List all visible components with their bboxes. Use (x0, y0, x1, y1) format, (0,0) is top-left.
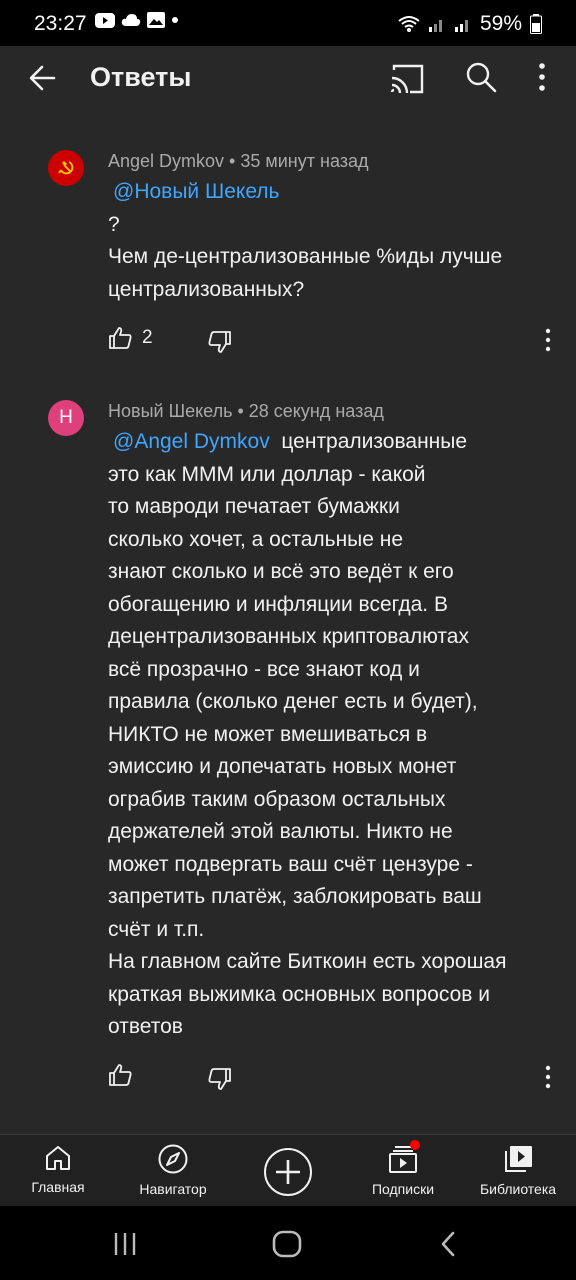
avatar[interactable]: Н (48, 400, 84, 436)
cloud-icon (121, 14, 141, 26)
thumb-down-icon[interactable] (206, 1066, 232, 1092)
comment-time: 28 секунд назад (248, 401, 384, 421)
gallery-icon (147, 12, 165, 28)
comment-meta: Новый Шекель • 28 секунд назад (108, 401, 384, 422)
meta-separator: • (224, 151, 241, 171)
nav-item-subscriptions[interactable]: Подписки (348, 1140, 458, 1197)
comment-actions: 2 (108, 325, 568, 357)
search-icon[interactable] (462, 58, 502, 98)
wifi-icon (398, 16, 420, 32)
signal-icon (428, 20, 442, 32)
like-count: 2 (142, 327, 153, 348)
home-pill-icon[interactable] (272, 1230, 302, 1258)
comment-meta: Angel Dymkov • 35 минут назад (108, 151, 369, 172)
home-icon (46, 1146, 70, 1170)
youtube-icon (95, 12, 115, 28)
avatar[interactable] (48, 150, 84, 186)
meta-separator: • (232, 401, 249, 421)
cast-icon[interactable] (388, 60, 426, 98)
back-arrow-icon[interactable] (24, 58, 64, 98)
add-icon (264, 1148, 312, 1196)
nav-item-home[interactable]: Главная (3, 1143, 113, 1195)
comment-text-lead: централизованные (269, 430, 468, 453)
nav-item-library[interactable]: Библиотека (463, 1143, 573, 1197)
recents-icon[interactable] (112, 1232, 138, 1256)
comment-actions (108, 1062, 568, 1094)
comment-text: ? Чем де-централизованные %иды лучше цен… (108, 212, 503, 301)
page-title: Ответы (90, 62, 192, 92)
mention-link[interactable]: @Angel Dymkov (113, 430, 270, 453)
nav-label-library: Библиотека (479, 1181, 557, 1197)
notification-dot (410, 1140, 420, 1150)
nav-item-create[interactable] (233, 1147, 343, 1203)
hammer-sickle-icon (58, 161, 74, 175)
battery-icon (530, 14, 542, 34)
back-chevron-icon[interactable] (438, 1230, 458, 1258)
thumb-up-icon[interactable] (108, 1062, 134, 1088)
nav-label-home: Главная (31, 1179, 85, 1195)
compass-icon (158, 1144, 188, 1174)
comment-text: это как МММ или доллар - какой то маврод… (108, 462, 507, 1039)
bottom-navigation: Главная Навигатор Подписки Библиотека (0, 1134, 576, 1207)
thumb-up-icon[interactable] (108, 325, 134, 351)
status-time: 23:27 (34, 12, 87, 35)
comment-author[interactable]: Новый Шекель (108, 401, 232, 421)
nav-item-explore[interactable]: Навигатор (118, 1143, 228, 1197)
library-icon (505, 1146, 532, 1172)
comment-author[interactable]: Angel Dymkov (108, 151, 224, 171)
status-right: 59% (398, 12, 542, 36)
avatar-letter: Н (59, 407, 73, 428)
thumb-down-icon[interactable] (206, 329, 232, 355)
battery-percent: 59% (479, 12, 522, 35)
mention-link[interactable]: @Новый Шекель (113, 180, 280, 203)
app-bar: Ответы (0, 46, 576, 110)
status-bar: 23:27 59% (0, 0, 576, 46)
comment-time: 35 минут назад (240, 151, 369, 171)
system-navigation-bar (0, 1206, 576, 1280)
comment-body: @Новый Шекель ? Чем де-централизованные … (108, 176, 558, 306)
signal-icon-2 (454, 20, 468, 32)
comment-more-icon[interactable] (538, 325, 558, 355)
comment-body: @Angel Dymkov централизованные это как М… (108, 426, 558, 1044)
nav-label-subscriptions: Подписки (371, 1181, 435, 1197)
more-vert-icon[interactable] (528, 58, 556, 98)
comment-more-icon[interactable] (538, 1062, 558, 1092)
dot-icon (172, 17, 178, 23)
subscriptions-icon (389, 1140, 420, 1173)
notification-icons (95, 12, 179, 28)
nav-label-explore: Навигатор (139, 1181, 207, 1197)
